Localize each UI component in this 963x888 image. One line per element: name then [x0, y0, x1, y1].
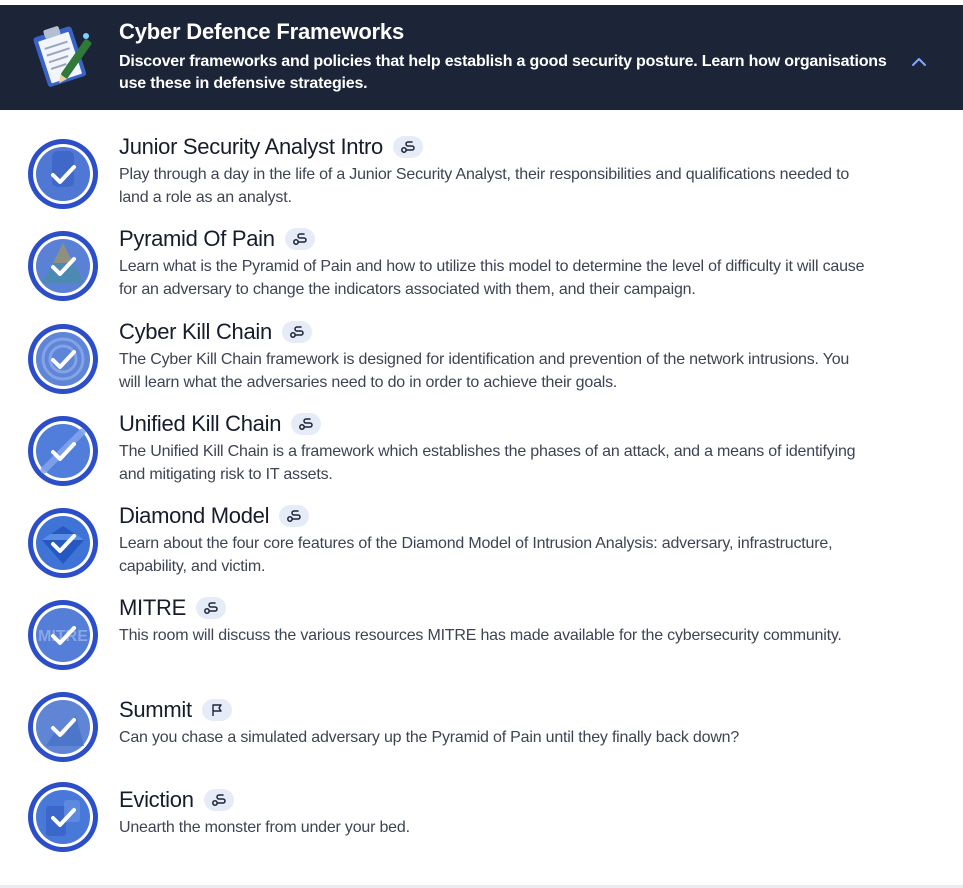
room-title-row: MITRE — [119, 593, 226, 623]
room-title[interactable]: Pyramid Of Pain — [119, 226, 275, 252]
room-title-row: Unified Kill Chain — [119, 409, 322, 439]
room-description: Learn about the four core features of th… — [119, 535, 833, 575]
room-completed-icon[interactable] — [26, 137, 100, 211]
room-title[interactable]: Summit — [119, 697, 192, 723]
flag-icon — [201, 699, 232, 721]
walkthrough-icon — [392, 136, 423, 158]
room-completed-icon[interactable] — [26, 414, 100, 488]
room-title[interactable]: MITRE — [119, 595, 186, 621]
room-completed-icon[interactable] — [26, 780, 100, 854]
room-description: Unearth the monster from under your bed. — [119, 819, 410, 836]
module-title: Cyber Defence Frameworks — [119, 19, 404, 44]
room-title-row: Summit — [119, 695, 232, 725]
walkthrough-icon — [279, 505, 310, 527]
room-title[interactable]: Diamond Model — [119, 503, 269, 529]
walkthrough-icon — [284, 228, 315, 250]
room-completed-icon[interactable]: MITRE — [26, 598, 100, 672]
room-title[interactable]: Unified Kill Chain — [119, 411, 281, 437]
walkthrough-icon — [203, 789, 234, 811]
room-title-row: Eviction — [119, 785, 234, 815]
room-completed-icon[interactable] — [26, 322, 100, 396]
room-title[interactable]: Eviction — [119, 787, 194, 813]
room-title-row: Cyber Kill Chain — [119, 317, 312, 347]
room-description: This room will discuss the various resou… — [119, 627, 842, 644]
clipboard-icon — [24, 22, 100, 92]
room-title-row: Junior Security Analyst Intro — [119, 132, 423, 162]
room-description: The Cyber Kill Chain framework is design… — [119, 351, 850, 391]
room-description: Learn what is the Pyramid of Pain and ho… — [119, 258, 865, 298]
module-card: Cyber Defence Frameworks Discover framew… — [0, 0, 963, 888]
room-completed-icon[interactable] — [26, 229, 100, 303]
room-completed-icon[interactable] — [26, 506, 100, 580]
room-title-row: Diamond Model — [119, 501, 310, 531]
room-description: The Unified Kill Chain is a framework wh… — [119, 443, 856, 483]
room-title-row: Pyramid Of Pain — [119, 224, 315, 254]
room-description: Play through a day in the life of a Juni… — [119, 166, 850, 206]
walkthrough-icon — [291, 413, 322, 435]
walkthrough-icon — [195, 597, 226, 619]
module-header[interactable]: Cyber Defence Frameworks Discover framew… — [0, 5, 963, 110]
room-title[interactable]: Junior Security Analyst Intro — [119, 134, 383, 160]
room-completed-icon[interactable] — [26, 690, 100, 764]
room-title[interactable]: Cyber Kill Chain — [119, 319, 272, 345]
chevron-up-icon[interactable] — [906, 49, 932, 75]
module-description: Discover frameworks and policies that he… — [119, 53, 887, 92]
room-description: Can you chase a simulated adversary up t… — [119, 729, 740, 746]
walkthrough-icon — [281, 321, 312, 343]
